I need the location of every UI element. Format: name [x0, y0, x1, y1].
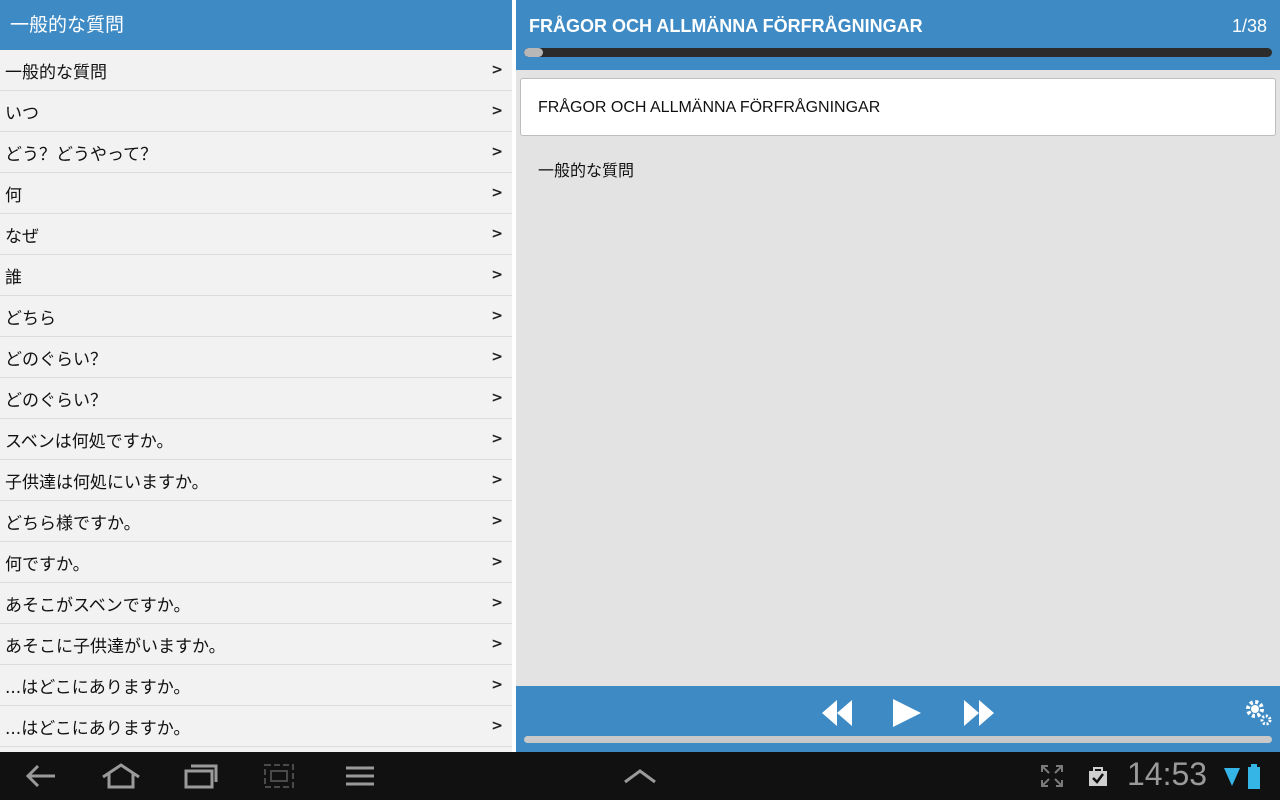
list-item-label: どちら様ですか。	[5, 513, 141, 534]
list-item-label: どう？どうやって？	[5, 144, 158, 165]
category-list-pane: 一般的な質問 一般的な質問 > いつ > どう？どうやって？ > 何 > なぜ > 誰 > どちら > どの…	[0, 0, 512, 752]
list-item[interactable]: ...はどこにありますか。 >	[0, 665, 512, 706]
list-item-label: どちら	[5, 308, 56, 329]
chevron-right-icon: >	[491, 595, 503, 611]
list-item[interactable]: どちら >	[0, 296, 512, 337]
list-item-label: ...はどこにありますか。	[5, 677, 191, 698]
chevron-right-icon: >	[491, 718, 503, 734]
list-item[interactable]: 何ですか。 >	[0, 542, 512, 583]
rewind-icon[interactable]	[820, 698, 856, 728]
list-item-label: 一般的な質問	[5, 62, 107, 83]
list-item-label: いつ	[5, 103, 39, 124]
chevron-right-icon: >	[491, 267, 503, 283]
list-item-label: どのぐらい？	[5, 349, 107, 370]
list-item-label: 何ですか。	[5, 554, 90, 575]
list-item[interactable]: どう？どうやって？ >	[0, 132, 512, 173]
fast-forward-icon[interactable]	[960, 698, 996, 728]
lesson-progress-fill	[524, 48, 544, 57]
chevron-right-icon: >	[491, 390, 503, 406]
chevron-right-icon: >	[491, 308, 503, 324]
chevron-right-icon: >	[491, 554, 503, 570]
list-item-label: 何	[5, 185, 22, 206]
list-item-label: スベンは何処ですか。	[5, 431, 174, 452]
battery-icon	[1248, 764, 1260, 794]
play-icon[interactable]	[890, 698, 924, 728]
phrase-translation: 一般的な質問	[538, 161, 635, 180]
fullscreen-icon[interactable]	[1040, 764, 1064, 792]
list-item[interactable]: あそこに子供達がいますか。 >	[0, 624, 512, 665]
chevron-right-icon: >	[491, 226, 503, 242]
list-item[interactable]: 一般的な質問 >	[0, 50, 512, 91]
list-item[interactable]: 子供達は何処にいますか。 >	[0, 460, 512, 501]
phrase-list: 一般的な質問 > いつ > どう？どうやって？ > 何 > なぜ > 誰 > どちら > どのぐらい？ > どの…	[0, 50, 512, 747]
chevron-right-icon: >	[491, 431, 503, 447]
chevron-right-icon: >	[491, 472, 503, 488]
phrase-card[interactable]: FRÅGOR OCH ALLMÄNNA FÖRFRÅGNINGAR	[520, 78, 1276, 136]
list-item-label: ...はどこにありますか。	[5, 718, 191, 739]
lesson-progress-bar	[524, 48, 1272, 57]
chevron-up-icon[interactable]	[622, 766, 658, 790]
list-item[interactable]: スベンは何処ですか。 >	[0, 419, 512, 460]
status-clock: 14:53	[1127, 756, 1208, 792]
wifi-icon	[1224, 766, 1240, 792]
list-item[interactable]: どのぐらい？ >	[0, 337, 512, 378]
audio-player	[516, 686, 1280, 752]
list-item-label: なぜ	[5, 226, 39, 247]
list-item-label: 誰	[5, 267, 22, 288]
list-header: 一般的な質問	[0, 0, 512, 50]
recent-apps-icon[interactable]	[184, 762, 218, 794]
shopping-bag-icon	[1086, 764, 1110, 792]
detail-pane: FRÅGOR OCH ALLMÄNNA FÖRFRÅGNINGAR 1/38 F…	[516, 0, 1280, 752]
chevron-right-icon: >	[491, 349, 503, 365]
system-navigation-bar: 14:53	[0, 752, 1280, 800]
list-item[interactable]: いつ >	[0, 91, 512, 132]
detail-title: FRÅGOR OCH ALLMÄNNA FÖRFRÅGNINGAR	[529, 16, 923, 36]
chevron-right-icon: >	[491, 677, 503, 693]
phrase-counter: 1/38	[1231, 16, 1267, 36]
list-item[interactable]: どのぐらい？ >	[0, 378, 512, 419]
list-item[interactable]: どちら様ですか。 >	[0, 501, 512, 542]
chevron-right-icon: >	[491, 185, 503, 201]
screenshot-icon[interactable]	[262, 762, 296, 794]
list-item-label: あそこに子供達がいますか。	[5, 636, 226, 657]
home-icon[interactable]	[100, 762, 142, 794]
list-item[interactable]: あそこがスベンですか。 >	[0, 583, 512, 624]
menu-icon[interactable]	[344, 762, 376, 794]
list-item[interactable]: なぜ >	[0, 214, 512, 255]
detail-header: FRÅGOR OCH ALLMÄNNA FÖRFRÅGNINGAR 1/38	[516, 0, 1280, 70]
chevron-right-icon: >	[491, 144, 503, 160]
list-item[interactable]: 誰 >	[0, 255, 512, 296]
list-item[interactable]: 何 >	[0, 173, 512, 214]
list-item[interactable]: ...はどこにありますか。 >	[0, 706, 512, 747]
chevron-right-icon: >	[491, 62, 503, 78]
chevron-right-icon: >	[491, 103, 503, 119]
chevron-right-icon: >	[491, 513, 503, 529]
list-item-label: あそこがスベンですか。	[5, 595, 191, 616]
list-item-label: 子供達は何処にいますか。	[5, 472, 209, 493]
audio-seek-bar[interactable]	[524, 736, 1272, 743]
list-item-label: どのぐらい？	[5, 390, 107, 411]
chevron-right-icon: >	[491, 636, 503, 652]
back-icon[interactable]	[24, 762, 58, 794]
settings-icon[interactable]	[1244, 698, 1274, 728]
